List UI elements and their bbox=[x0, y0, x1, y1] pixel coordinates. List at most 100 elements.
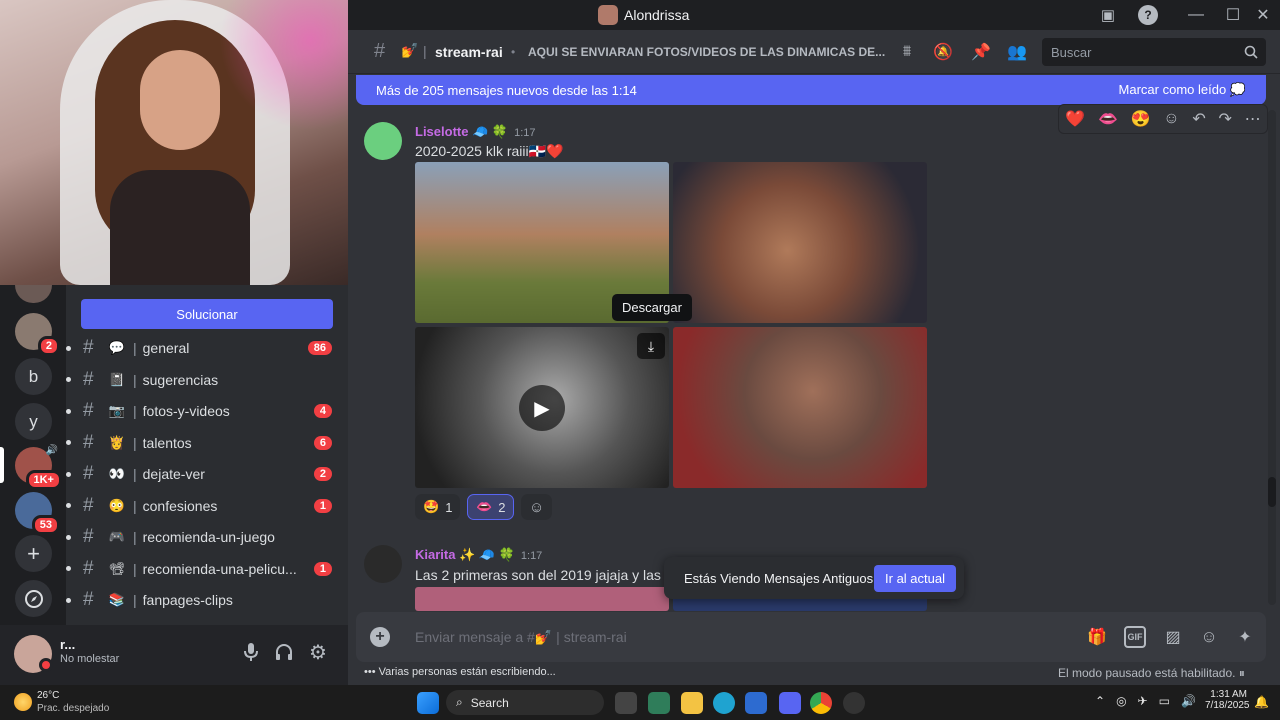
file-explorer-icon[interactable] bbox=[681, 692, 703, 714]
channel-item[interactable]: # 📓 | sugerencias bbox=[66, 365, 348, 395]
mention-badge: 53 bbox=[31, 515, 60, 535]
taskbar-search[interactable]: ⌕ Search bbox=[446, 690, 604, 715]
message-composer[interactable]: + Enviar mensaje a #💅 | stream-rai 🎁 GIF… bbox=[356, 612, 1266, 662]
message-input-placeholder[interactable]: Enviar mensaje a #💅 | stream-rai bbox=[415, 629, 627, 646]
search-input[interactable]: Buscar bbox=[1042, 38, 1266, 66]
inbox-icon[interactable]: ▣ bbox=[1098, 5, 1118, 25]
obs-icon[interactable] bbox=[843, 692, 865, 714]
search-icon bbox=[1244, 45, 1258, 59]
maximize-icon[interactable]: ☐ bbox=[1223, 5, 1243, 25]
tray-display-icon[interactable]: ▭ bbox=[1159, 694, 1170, 708]
microphone-icon[interactable] bbox=[240, 641, 262, 663]
store-icon[interactable] bbox=[745, 692, 767, 714]
taskbar-clock[interactable]: 1:31 AM 7/18/2025 bbox=[1205, 689, 1250, 711]
tray-network-icon[interactable]: ✈ bbox=[1138, 694, 1148, 708]
add-reaction-icon[interactable]: ☺ bbox=[521, 494, 553, 520]
jump-to-present-button[interactable]: Ir al actual bbox=[874, 564, 956, 592]
windows-taskbar: 26°C Prac. despejado ⌕ Search ⌃ ◎ ✈ ▭ 🔊 1:31 … bbox=[0, 685, 1280, 720]
mute-notifications-icon[interactable]: 🔕 bbox=[932, 41, 954, 63]
add-server-icon[interactable]: + bbox=[15, 535, 52, 572]
image-attachment[interactable] bbox=[673, 327, 927, 488]
tray-app-icon[interactable]: ◎ bbox=[1116, 694, 1126, 708]
apps-icon[interactable]: ✦ bbox=[1234, 626, 1256, 648]
image-attachment[interactable] bbox=[415, 587, 669, 611]
task-view-icon[interactable] bbox=[615, 692, 637, 714]
channel-emoji: 👸 bbox=[108, 434, 126, 450]
hash-icon: # bbox=[83, 494, 94, 516]
mark-read-icon: 💭 bbox=[1229, 82, 1246, 97]
avatar[interactable] bbox=[364, 545, 402, 583]
server-icon-y[interactable]: y bbox=[15, 403, 52, 440]
notifications-icon[interactable]: 🔔 bbox=[1254, 695, 1269, 709]
channel-item[interactable]: # 📷 | fotos-y-videos 4 bbox=[66, 396, 348, 426]
emoji-icon[interactable]: ☺ bbox=[1198, 626, 1220, 648]
reply-icon[interactable]: ↶ bbox=[1192, 109, 1205, 129]
message-author[interactable]: Kiarita ✨ 🧢 🍀 1:17 bbox=[415, 547, 542, 563]
more-options-icon[interactable]: ⋯ bbox=[1245, 109, 1261, 129]
chrome-icon[interactable] bbox=[810, 692, 832, 714]
unread-count-badge: 1 bbox=[313, 498, 332, 513]
reaction-heart-eyes-button[interactable]: 😍 bbox=[1131, 109, 1151, 129]
attach-plus-icon[interactable]: + bbox=[370, 627, 390, 647]
tray-chevron-icon[interactable]: ⌃ bbox=[1095, 694, 1105, 708]
tray-volume-icon[interactable]: 🔊 bbox=[1181, 694, 1196, 708]
chat-area: Alondrissa ▣ ? — ☐ ✕ # 💅 | stream-rai • … bbox=[348, 0, 1280, 685]
server-icon-partial[interactable] bbox=[15, 285, 52, 303]
discord-icon[interactable] bbox=[779, 692, 801, 714]
channel-item[interactable]: # 💬 | general 86 bbox=[66, 333, 348, 363]
solve-button[interactable]: Solucionar bbox=[81, 299, 333, 329]
forward-icon[interactable]: ↷ bbox=[1218, 109, 1231, 129]
help-icon[interactable]: ? bbox=[1138, 5, 1158, 25]
play-icon[interactable]: ▶ bbox=[519, 385, 565, 431]
channel-emoji: 📓 bbox=[108, 371, 126, 387]
channel-item[interactable]: # 👀 | dejate-ver 2 bbox=[66, 459, 348, 489]
webcam-neon-light bbox=[0, 0, 348, 285]
add-reaction-icon[interactable]: ☺ bbox=[1163, 110, 1179, 128]
new-messages-bar[interactable]: Más de 205 mensajes nuevos desde las 1:1… bbox=[356, 75, 1266, 105]
server-icon-active[interactable]: 1K+ 🔊 bbox=[15, 445, 62, 490]
close-icon[interactable]: ✕ bbox=[1253, 5, 1273, 25]
channel-item[interactable]: # 📚 | fanpages-clips bbox=[66, 585, 348, 615]
server-icon-b[interactable]: b bbox=[15, 358, 52, 395]
threads-icon[interactable]: ⩩ bbox=[896, 41, 918, 63]
reaction-chip-active[interactable]: 👄 2 bbox=[467, 494, 515, 520]
weather-temp: 26°C bbox=[37, 690, 60, 701]
image-attachment[interactable] bbox=[673, 162, 927, 323]
minimize-icon[interactable]: — bbox=[1186, 5, 1206, 25]
reaction-chip[interactable]: 🤩 1 bbox=[415, 494, 461, 520]
channel-item[interactable]: # 😳 | confesiones 1 bbox=[66, 491, 348, 521]
gift-icon[interactable]: 🎁 bbox=[1086, 626, 1108, 648]
member-list-icon[interactable]: 👥 bbox=[1006, 41, 1028, 63]
old-messages-text: Estás Viendo Mensajes Antiguos bbox=[684, 570, 874, 586]
channel-label: general bbox=[142, 340, 190, 356]
gear-icon[interactable]: ⚙ bbox=[307, 641, 329, 664]
channel-item[interactable]: # 👸 | talentos 6 bbox=[66, 428, 348, 458]
channel-item[interactable]: # 🎮 | recomienda-un-juego bbox=[66, 522, 348, 552]
sticker-icon[interactable]: ▨ bbox=[1162, 626, 1184, 648]
reaction-lips-button[interactable]: 👄 bbox=[1098, 109, 1118, 129]
hash-icon: # bbox=[83, 526, 94, 547]
headphones-icon[interactable] bbox=[273, 641, 295, 663]
channel-item[interactable]: # 📽 | recomienda-una-pelicu... 1 bbox=[66, 554, 348, 584]
channel-topic[interactable]: AQUI SE ENVIARAN FOTOS/VIDEOS DE LAS DIN… bbox=[528, 45, 885, 59]
channel-emoji: 🎮 bbox=[108, 529, 126, 544]
widgets-icon[interactable] bbox=[648, 692, 670, 714]
explore-servers-icon[interactable] bbox=[15, 580, 52, 617]
reaction-heart-button[interactable]: ❤️ bbox=[1065, 109, 1085, 129]
download-icon[interactable]: ⤓ bbox=[637, 333, 665, 359]
video-attachment[interactable]: ▶ ⤓ bbox=[415, 327, 669, 488]
pinned-messages-icon[interactable]: 📌 bbox=[970, 41, 992, 63]
gif-button[interactable]: GIF bbox=[1124, 626, 1146, 648]
mark-as-read-button[interactable]: Marcar como leído 💭 bbox=[1119, 82, 1246, 98]
windows-start-icon[interactable] bbox=[417, 692, 439, 714]
server-icon-5[interactable]: 53 bbox=[15, 492, 60, 535]
scrollbar-track[interactable] bbox=[1268, 110, 1276, 605]
channel-name: stream-rai bbox=[435, 44, 503, 60]
avatar[interactable] bbox=[364, 122, 402, 160]
edge-icon[interactable] bbox=[713, 692, 735, 714]
message-author[interactable]: Liselotte 🧢 🍀 1:17 bbox=[415, 124, 536, 140]
server-icon-1[interactable]: 2 bbox=[15, 313, 60, 356]
message-text: Las 2 primeras son del 2019 jajaja y las… bbox=[415, 567, 673, 583]
scrollbar-thumb[interactable] bbox=[1268, 477, 1276, 507]
weather-icon[interactable] bbox=[14, 693, 32, 711]
